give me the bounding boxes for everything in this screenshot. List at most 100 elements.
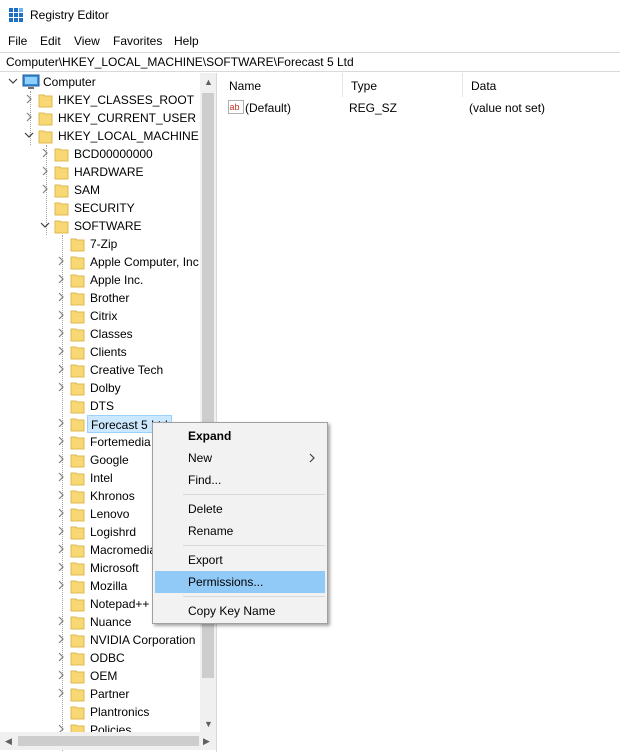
context-menu-rename[interactable]: Rename: [155, 520, 325, 542]
chevron-right-icon[interactable]: [56, 292, 66, 302]
chevron-right-icon[interactable]: [56, 436, 66, 446]
context-menu-delete[interactable]: Delete: [155, 498, 325, 520]
chevron-right-icon[interactable]: [56, 364, 66, 374]
tree-item-creative-tech[interactable]: Creative Tech: [0, 361, 200, 379]
tree-item-hkey-local-machine[interactable]: HKEY_LOCAL_MACHINE: [0, 127, 200, 145]
chevron-right-icon[interactable]: [56, 544, 66, 554]
folder-icon: [70, 346, 85, 360]
chevron-right-icon[interactable]: [56, 652, 66, 662]
tree-item-hkey-current-user[interactable]: HKEY_CURRENT_USER: [0, 109, 200, 127]
tree-item-hkey-classes-root[interactable]: HKEY_CLASSES_ROOT: [0, 91, 200, 109]
address-path[interactable]: Computer\HKEY_LOCAL_MACHINE\SOFTWARE\For…: [6, 55, 354, 69]
menu-file[interactable]: File: [8, 34, 27, 48]
tree-item-oem[interactable]: OEM: [0, 667, 200, 685]
tree-item-computer[interactable]: Computer: [0, 73, 200, 91]
computer-icon: [22, 74, 40, 89]
chevron-right-icon[interactable]: [56, 580, 66, 590]
tree-item-citrix[interactable]: Citrix: [0, 307, 200, 325]
context-menu-find[interactable]: Find...: [155, 469, 325, 491]
menu-edit[interactable]: Edit: [40, 34, 61, 48]
chevron-right-icon[interactable]: [56, 472, 66, 482]
column-header-data[interactable]: Data: [463, 73, 620, 97]
tree-item-bcd[interactable]: BCD00000000: [0, 145, 200, 163]
svg-text:ab: ab: [230, 102, 240, 112]
tree-item-security[interactable]: SECURITY: [0, 199, 200, 217]
tree-item-label: Computer: [43, 75, 96, 89]
scroll-up-icon[interactable]: ▲: [204, 77, 213, 87]
tree-item-sam[interactable]: SAM: [0, 181, 200, 199]
context-menu-export[interactable]: Export: [155, 549, 325, 571]
folder-icon: [54, 184, 69, 198]
tree-pane: Computer HKEY_CLASSES_ROOT HKEY_CURRENT_…: [0, 73, 217, 752]
tree-item-apple-inc[interactable]: Apple Inc.: [0, 271, 200, 289]
chevron-down-icon[interactable]: [8, 76, 18, 86]
context-menu-permissions[interactable]: Permissions...: [155, 571, 325, 593]
menu-help[interactable]: Help: [174, 34, 199, 48]
column-header-label: Name: [229, 79, 262, 93]
chevron-right-icon[interactable]: [56, 346, 66, 356]
tree-item-dolby[interactable]: Dolby: [0, 379, 200, 397]
chevron-right-icon[interactable]: [56, 454, 66, 464]
tree-item-label: Mozilla: [90, 579, 128, 593]
chevron-right-icon[interactable]: [56, 328, 66, 338]
tree-item-software[interactable]: SOFTWARE: [0, 217, 200, 235]
chevron-down-icon[interactable]: [40, 220, 50, 230]
tree-item-odbc[interactable]: ODBC: [0, 649, 200, 667]
tree-item-nvidia[interactable]: NVIDIA Corporation: [0, 631, 200, 649]
tree-horizontal-scroll-thumb[interactable]: [18, 736, 199, 746]
chevron-right-icon[interactable]: [24, 94, 34, 104]
tree-vertical-scrollbar[interactable]: ▲ ▼: [200, 73, 216, 732]
tree-horizontal-scrollbar[interactable]: ◀ ▶: [0, 732, 216, 750]
chevron-right-icon[interactable]: [56, 670, 66, 680]
column-header-type[interactable]: Type: [343, 73, 463, 97]
folder-icon: [70, 292, 85, 306]
chevron-right-icon[interactable]: [56, 562, 66, 572]
chevron-right-icon[interactable]: [56, 310, 66, 320]
chevron-right-icon[interactable]: [56, 508, 66, 518]
context-menu-label: Expand: [188, 429, 232, 443]
scroll-left-icon[interactable]: ◀: [5, 736, 12, 746]
context-menu-expand[interactable]: Expand: [155, 425, 325, 447]
tree-item-7zip[interactable]: 7-Zip: [0, 235, 200, 253]
context-menu-new[interactable]: New: [155, 447, 325, 469]
folder-icon: [70, 616, 85, 630]
chevron-right-icon[interactable]: [40, 148, 50, 158]
chevron-right-icon[interactable]: [56, 418, 66, 428]
chevron-right-icon[interactable]: [24, 112, 34, 122]
tree-item-label: Citrix: [90, 309, 118, 323]
menu-favorites[interactable]: Favorites: [113, 34, 162, 48]
folder-icon: [70, 436, 85, 450]
chevron-right-icon[interactable]: [40, 166, 50, 176]
tree-item-hardware[interactable]: HARDWARE: [0, 163, 200, 181]
tree-item-partner[interactable]: Partner: [0, 685, 200, 703]
chevron-right-icon[interactable]: [56, 256, 66, 266]
registry-editor-icon: [9, 8, 23, 22]
chevron-right-icon[interactable]: [56, 688, 66, 698]
tree-item-plantronics[interactable]: Plantronics: [0, 703, 200, 721]
chevron-down-icon[interactable]: [24, 130, 34, 140]
tree-item-dts[interactable]: DTS: [0, 397, 200, 415]
tree-item-classes[interactable]: Classes: [0, 325, 200, 343]
value-name: (Default): [245, 101, 292, 115]
tree-item-apple-computer[interactable]: Apple Computer, Inc: [0, 253, 200, 271]
tree-item-brother[interactable]: Brother: [0, 289, 200, 307]
tree-item-label: Lenovo: [90, 507, 130, 521]
context-menu-label: Copy Key Name: [188, 604, 276, 618]
context-menu-separator: [183, 596, 325, 597]
address-bar[interactable]: Computer\HKEY_LOCAL_MACHINE\SOFTWARE\For…: [0, 52, 620, 72]
chevron-right-icon[interactable]: [56, 274, 66, 284]
tree-item-clients[interactable]: Clients: [0, 343, 200, 361]
folder-icon: [70, 382, 85, 396]
scroll-down-icon[interactable]: ▼: [204, 719, 213, 729]
chevron-right-icon[interactable]: [56, 616, 66, 626]
chevron-right-icon[interactable]: [56, 526, 66, 536]
chevron-right-icon[interactable]: [56, 490, 66, 500]
chevron-right-icon[interactable]: [56, 382, 66, 392]
context-menu-copy-key-name[interactable]: Copy Key Name: [155, 600, 325, 622]
scroll-right-icon[interactable]: ▶: [203, 736, 210, 746]
tree-item-label: Khronos: [90, 489, 135, 503]
column-header-name[interactable]: Name: [221, 73, 343, 97]
chevron-right-icon[interactable]: [56, 634, 66, 644]
chevron-right-icon[interactable]: [40, 184, 50, 194]
menu-view[interactable]: View: [74, 34, 100, 48]
